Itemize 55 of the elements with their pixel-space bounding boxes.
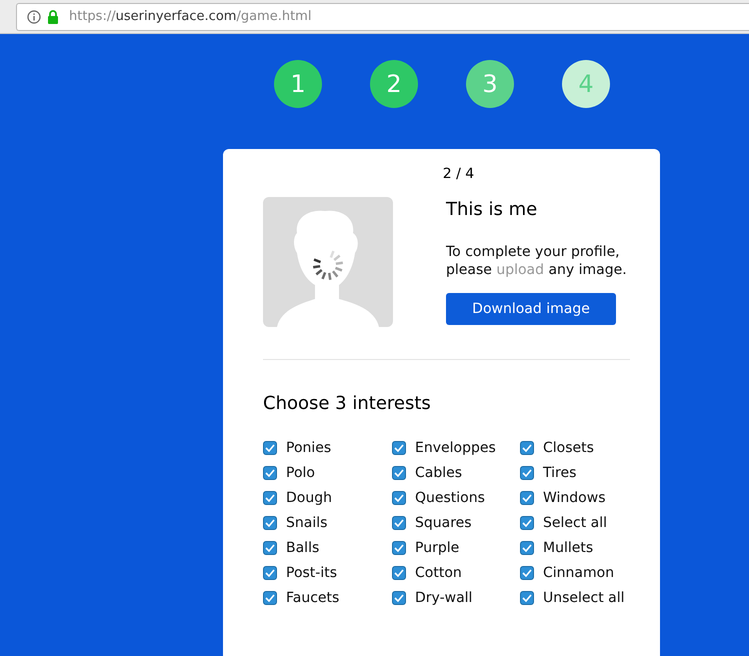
step-indicator: 3 [466, 60, 514, 108]
checkbox-label[interactable]: Questions [415, 490, 485, 506]
checkbox-label[interactable]: Cables [415, 465, 462, 481]
instruction-text: To complete your profile, please upload any image. [446, 243, 628, 279]
checkbox-label[interactable]: Cinnamon [543, 565, 614, 581]
checkbox[interactable] [520, 541, 534, 555]
checkbox-label[interactable]: Windows [543, 490, 606, 506]
step-indicator: 2 [370, 60, 418, 108]
lock-icon[interactable] [47, 10, 59, 24]
checkbox[interactable] [263, 541, 277, 555]
step-indicator: 4 [562, 60, 610, 108]
checkbox[interactable] [520, 516, 534, 530]
step-indicator: 1 [274, 60, 322, 108]
checkbox[interactable] [263, 491, 277, 505]
checkbox-label[interactable]: Dough [286, 490, 332, 506]
url-text: https://userinyerface.com/game.html [69, 9, 312, 24]
checkbox[interactable] [520, 441, 534, 455]
checkbox[interactable] [520, 491, 534, 505]
checkbox[interactable] [263, 516, 277, 530]
checkbox-label[interactable]: Ponies [286, 440, 332, 456]
checkbox-label[interactable]: Polo [286, 465, 315, 481]
checkbox-label[interactable]: Select all [543, 515, 607, 531]
checkbox[interactable] [392, 566, 406, 580]
checkbox-label[interactable]: Snails [286, 515, 328, 531]
checkbox-label[interactable]: Tires [543, 465, 576, 481]
checkbox[interactable] [392, 491, 406, 505]
section-title: Choose 3 interests [263, 393, 431, 414]
download-button[interactable]: Download image [446, 293, 616, 325]
checkbox-label[interactable]: Balls [286, 540, 320, 556]
checkbox[interactable] [263, 466, 277, 480]
checkbox-label[interactable]: Closets [543, 440, 594, 456]
checkbox[interactable] [263, 591, 277, 605]
checkbox-label[interactable]: Post-its [286, 565, 338, 581]
checkbox-label[interactable]: Mullets [543, 540, 594, 556]
checkbox[interactable] [392, 516, 406, 530]
checkbox[interactable] [392, 541, 406, 555]
checkbox-label[interactable]: Squares [415, 515, 472, 531]
checkbox-label[interactable]: Cotton [415, 565, 462, 581]
address-field[interactable]: https://userinyerface.com/game.html [16, 2, 749, 30]
checkbox-label[interactable]: Dry-wall [415, 590, 472, 606]
checkbox[interactable] [263, 441, 277, 455]
checkbox-label[interactable]: Faucets [286, 590, 340, 606]
checkbox[interactable] [392, 441, 406, 455]
checkbox-label[interactable]: Unselect all [543, 590, 625, 606]
checkbox[interactable] [392, 591, 406, 605]
checkbox-label[interactable]: Purple [415, 540, 460, 556]
checkbox-label[interactable]: Enveloppes [415, 440, 496, 456]
section-title: This is me [446, 199, 538, 220]
checkbox[interactable] [520, 466, 534, 480]
checkbox[interactable] [520, 566, 534, 580]
checkbox[interactable] [263, 566, 277, 580]
progress-counter: 2 / 4 [442, 166, 474, 182]
checkbox[interactable] [392, 466, 406, 480]
checkbox[interactable] [520, 591, 534, 605]
info-icon[interactable] [27, 10, 41, 24]
